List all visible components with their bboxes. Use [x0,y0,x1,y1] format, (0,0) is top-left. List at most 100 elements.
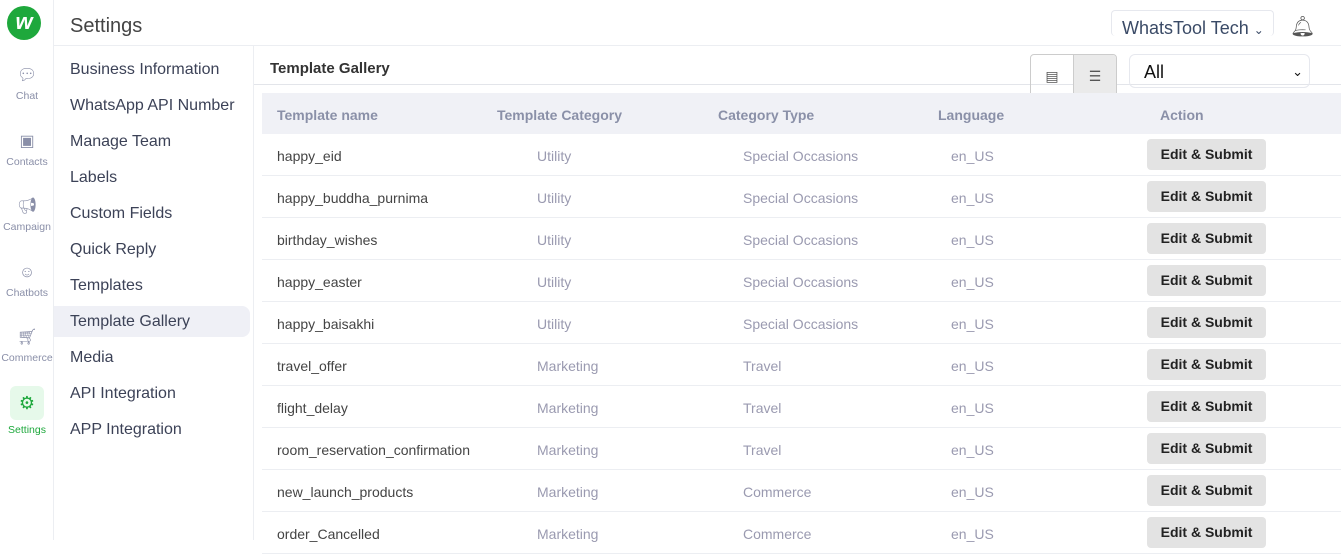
col-template-name: Template name [277,107,378,123]
edit-submit-button[interactable]: Edit & Submit [1147,517,1266,548]
gallery-title: Template Gallery [270,60,390,77]
edit-submit-button[interactable]: Edit & Submit [1147,223,1266,254]
table-row: birthday_wishes Utility Special Occasions e… [262,218,1341,260]
chevron-down-icon: ⌄ [1253,23,1264,37]
nav-item-quick-reply[interactable]: Quick Reply [54,234,250,265]
cell-category: Utility [537,274,572,290]
rail-label: Contacts [6,156,48,168]
nav-item-whatsapp-api-number[interactable]: WhatsApp API Number [54,90,250,121]
cell-type: Special Occasions [743,316,859,332]
nav-item-api-integration[interactable]: API Integration [54,378,250,409]
chevron-down-icon: ⌄ [1292,64,1303,79]
table-row: happy_baisakhi Utility Special Occasions en… [262,302,1341,344]
table-row: travel_offer Marketing Travel en_US Edit & S… [262,344,1341,386]
nav-item-app-integration[interactable]: APP Integration [54,414,250,445]
cell-category: Marketing [537,400,599,416]
cell-name: happy_eid [277,148,342,164]
cell-name: happy_buddha_purnima [277,190,429,206]
nav-item-templates[interactable]: Templates [54,270,250,301]
gear-icon: ⚙ [10,386,44,420]
cell-language: en_US [951,148,994,164]
category-filter-select[interactable]: All ⌄ [1129,54,1310,88]
cell-type: Special Occasions [743,190,859,206]
cell-language: en_US [951,442,994,458]
cell-language: en_US [951,274,994,290]
table-row: happy_easter Utility Special Occasions en_U… [262,260,1341,302]
cell-language: en_US [951,484,994,500]
edit-submit-button[interactable]: Edit & Submit [1147,265,1266,296]
nav-item-manage-team[interactable]: Manage Team [54,126,250,157]
edit-submit-button[interactable]: Edit & Submit [1147,349,1266,380]
col-template-category: Template Category [497,107,622,123]
cell-name: happy_baisakhi [277,316,375,332]
cell-name: travel_offer [277,358,347,374]
table-row: happy_eid Utility Special Occasions en_US Ed… [262,134,1341,176]
rail-item-settings[interactable]: ⚙ Settings [0,386,54,436]
nav-item-labels[interactable]: Labels [54,162,250,193]
page-title: Settings [70,15,143,37]
nav-item-media[interactable]: Media [54,342,250,373]
bot-icon: ☺ [18,264,36,281]
cell-category: Utility [537,190,572,206]
list-view-icon[interactable]: ☰ [1073,55,1116,97]
org-selector[interactable]: WhatsTool Tech ⌄ [1111,10,1274,38]
cell-category: Utility [537,316,572,332]
cell-name: birthday_wishes [277,232,378,248]
nav-item-template-gallery[interactable]: Template Gallery [54,306,250,337]
rail-item-commerce[interactable]: 🛒︎ Commerce [0,328,54,364]
bell-icon[interactable]: 🔔︎ [1290,14,1315,39]
table-row: room_reservation_confirmation Marketing Tr… [262,428,1341,470]
edit-submit-button[interactable]: Edit & Submit [1147,433,1266,464]
cell-category: Marketing [537,484,599,500]
cell-language: en_US [951,190,994,206]
edit-submit-button[interactable]: Edit & Submit [1147,475,1266,506]
whatstool-logo[interactable]: w [7,6,41,40]
table-row: flight_delay Marketing Travel en_US Edit & S… [262,386,1341,428]
cell-category: Marketing [537,442,599,458]
cell-name: happy_easter [277,274,362,290]
cell-type: Travel [743,358,782,374]
filter-value: All [1144,62,1165,82]
rail-item-campaign[interactable]: 📢︎ Campaign [0,197,54,233]
table-row: new_launch_products Marketing Commerce en_U… [262,470,1341,512]
view-toggle: ▤ ☰ [1030,54,1117,98]
rail-label: Chatbots [5,287,49,299]
cell-type: Commerce [743,484,812,500]
cell-type: Special Occasions [743,274,859,290]
col-category-type: Category Type [718,107,815,123]
org-name: WhatsTool Tech [1122,18,1249,38]
col-language: Language [938,107,1005,123]
cell-type: Travel [743,442,782,458]
rail-label: Campaign [3,221,51,233]
edit-submit-button[interactable]: Edit & Submit [1147,139,1266,170]
cell-category: Utility [537,232,572,248]
rail-label: Commerce [1,352,53,364]
table-row: order_Cancelled Marketing Commerce en_US Edi… [262,512,1341,554]
grid-view-icon[interactable]: ▤ [1031,55,1073,97]
cart-icon: 🛒︎ [17,329,38,346]
table-row: happy_buddha_purnima Utility Special Occas… [262,176,1341,218]
edit-submit-button[interactable]: Edit & Submit [1147,307,1266,338]
megaphone-icon: 📢︎ [17,198,38,215]
icon-rail: w 💬︎ Chat ▣ Contacts 📢︎ Campaign ☺ Chatbots 🛒︎ Co… [0,0,54,540]
cell-category: Utility [537,148,572,164]
cell-category: Marketing [537,358,599,374]
settings-nav: Business Information WhatsApp API Number M… [54,46,254,540]
rail-item-chatbots[interactable]: ☺ Chatbots [0,263,54,299]
rail-label: Chat [15,90,39,102]
contacts-icon: ▣ [19,133,35,150]
cell-name: flight_delay [277,400,348,416]
nav-item-business-information[interactable]: Business Information [54,54,250,85]
cell-language: en_US [951,358,994,374]
cell-name: new_launch_products [277,484,414,500]
cell-language: en_US [951,232,994,248]
rail-item-contacts[interactable]: ▣ Contacts [0,132,54,168]
rail-item-chat[interactable]: 💬︎ Chat [0,66,54,102]
edit-submit-button[interactable]: Edit & Submit [1147,391,1266,422]
cell-name: room_reservation_confirmation [277,442,470,458]
nav-item-custom-fields[interactable]: Custom Fields [54,198,250,229]
edit-submit-button[interactable]: Edit & Submit [1147,181,1266,212]
rail-label: Settings [8,424,46,436]
chat-icon: 💬︎ [17,67,38,84]
cell-type: Special Occasions [743,148,859,164]
